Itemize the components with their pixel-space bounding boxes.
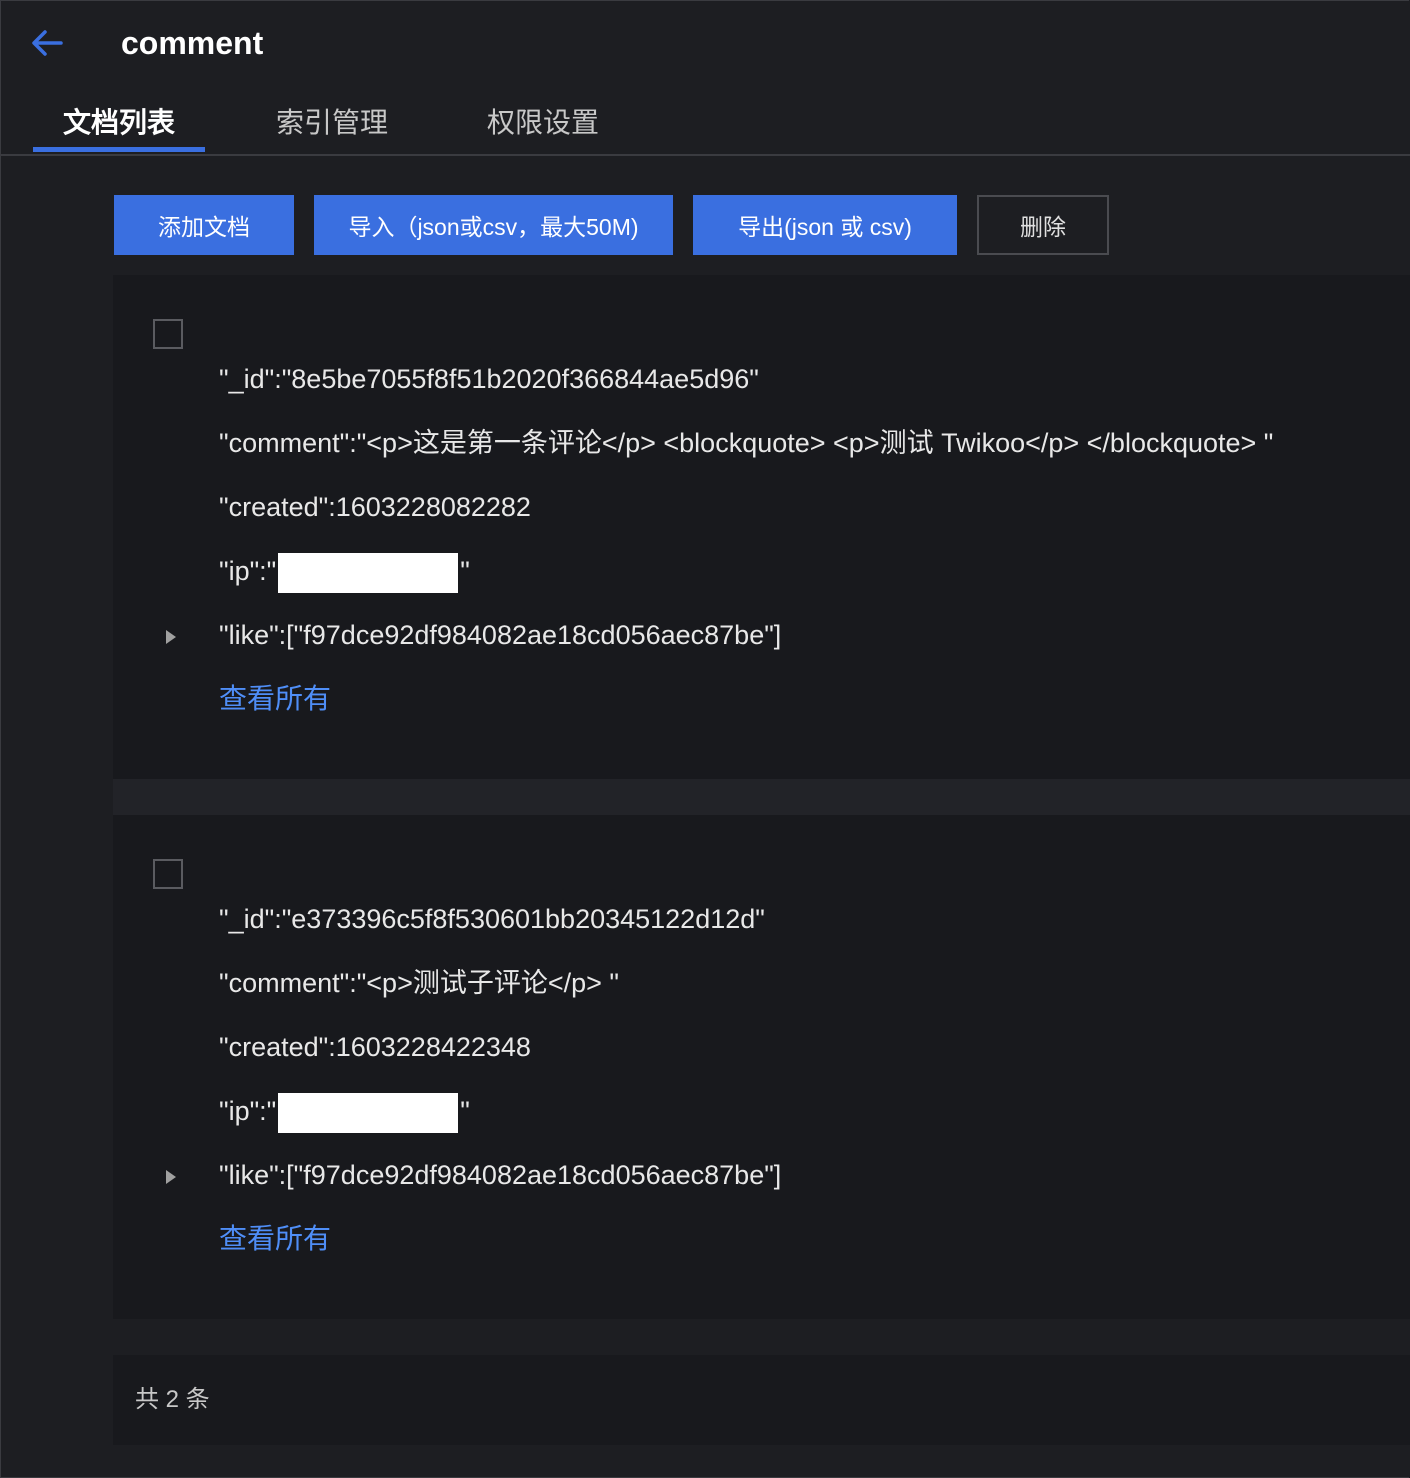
pagination-footer: 共 2 条 xyxy=(113,1355,1410,1445)
document-like: "like":["f97dce92df984082ae18cd056aec87b… xyxy=(219,1160,782,1190)
ip-prefix: "ip":" xyxy=(219,556,277,586)
document-id: "_id":"8e5be7055f8f51b2020f366844ae5d96" xyxy=(219,364,759,394)
add-document-button[interactable]: 添加文档 xyxy=(114,195,294,255)
document-ip: "ip":" " xyxy=(219,1091,470,1133)
back-arrow-icon[interactable] xyxy=(29,27,65,59)
document-id: "_id":"e373396c5f8f530601bb20345122d12d" xyxy=(219,904,765,934)
document-checkbox[interactable] xyxy=(153,319,183,349)
document-card: "_id":"e373396c5f8f530601bb20345122d12d"… xyxy=(113,815,1410,1319)
caret-right-icon[interactable] xyxy=(163,1167,179,1187)
page-title: comment xyxy=(121,25,264,61)
ip-redaction-mask xyxy=(278,552,459,593)
delete-button[interactable]: 删除 xyxy=(977,195,1109,255)
ip-redaction-mask xyxy=(278,1092,459,1133)
card-separator xyxy=(113,779,1410,815)
ip-suffix: " xyxy=(460,1096,470,1126)
document-created: "created":1603228082282 xyxy=(219,492,531,522)
total-count: 共 2 条 xyxy=(135,1386,210,1413)
document-comment: "comment":"<p>测试子评论</p> " xyxy=(219,968,619,998)
document-ip: "ip":" " xyxy=(219,551,470,593)
import-button[interactable]: 导入（json或csv，最大50M) xyxy=(314,195,673,255)
document-comment: "comment":"<p>这是第一条评论</p> <blockquote> <… xyxy=(219,428,1274,458)
view-all-link[interactable]: 查看所有 xyxy=(219,679,331,719)
ip-suffix: " xyxy=(460,556,470,586)
active-tab-indicator xyxy=(33,147,205,152)
view-all-link[interactable]: 查看所有 xyxy=(219,1219,331,1259)
caret-right-icon[interactable] xyxy=(163,627,179,647)
tab-document-list[interactable]: 文档列表 xyxy=(63,103,175,143)
document-card: "_id":"8e5be7055f8f51b2020f366844ae5d96"… xyxy=(113,275,1410,779)
tab-index-management[interactable]: 索引管理 xyxy=(276,103,388,143)
document-like: "like":["f97dce92df984082ae18cd056aec87b… xyxy=(219,620,782,650)
tab-permission-settings[interactable]: 权限设置 xyxy=(487,103,599,143)
app-window: comment 文档列表 索引管理 权限设置 添加文档 导入（json或csv，… xyxy=(0,0,1410,1478)
tab-bar: 文档列表 索引管理 权限设置 xyxy=(1,91,1410,156)
page-header: comment xyxy=(1,1,1410,87)
ip-prefix: "ip":" xyxy=(219,1096,277,1126)
export-button[interactable]: 导出(json 或 csv) xyxy=(693,195,957,255)
document-checkbox[interactable] xyxy=(153,859,183,889)
document-created: "created":1603228422348 xyxy=(219,1032,531,1062)
